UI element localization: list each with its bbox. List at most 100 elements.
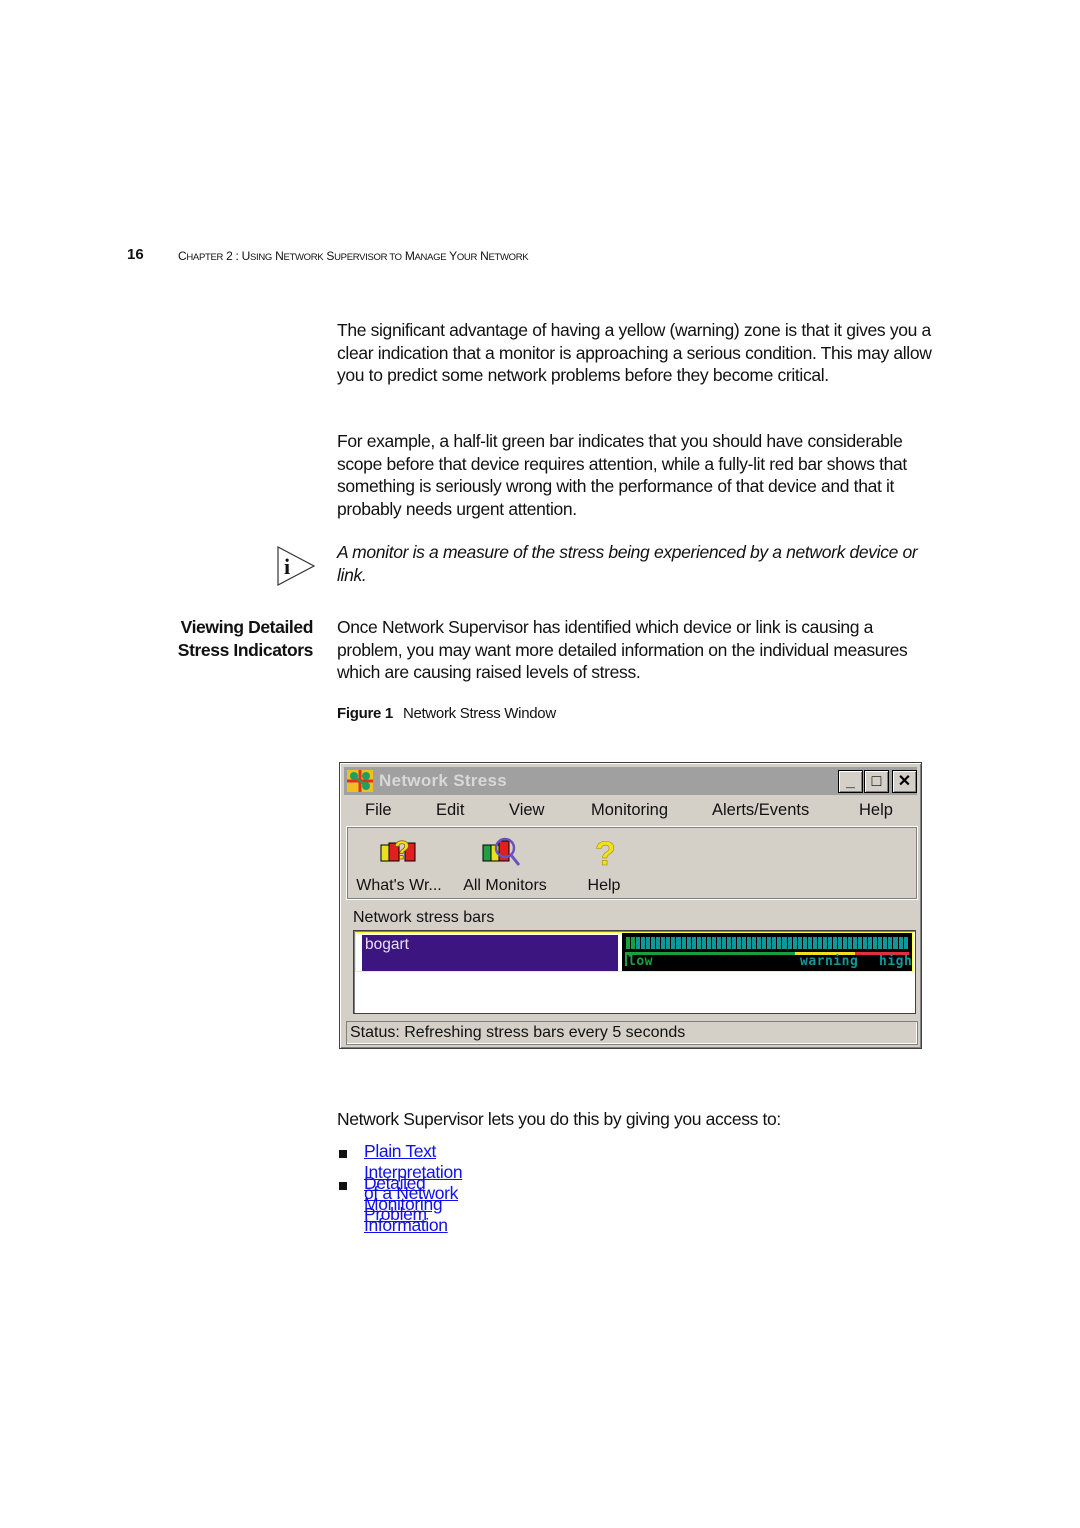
figure-label: Figure 1	[337, 705, 393, 722]
zone-high-label: high	[879, 954, 913, 969]
meter-segment-unlit	[747, 937, 752, 949]
section-heading-line1: Viewing Detailed	[180, 617, 314, 637]
toolbar-whats-wrong-label: What's Wr...	[356, 877, 442, 894]
title-bar[interactable]: Network Stress _ □ ✕	[344, 767, 917, 795]
meter-segment-unlit	[883, 937, 888, 949]
device-name[interactable]: bogart	[362, 935, 618, 971]
link-detailed-monitoring[interactable]: Detailed Monitoring Information	[364, 1173, 448, 1236]
meter-segment-unlit	[696, 937, 701, 949]
menu-edit[interactable]: Edit	[436, 801, 464, 820]
meter-segment-unlit	[757, 937, 762, 949]
running-head-part: SING	[250, 252, 273, 263]
toolbar-all-monitors-label: All Monitors	[463, 877, 547, 894]
meter-segment-unlit	[853, 937, 858, 949]
stress-bars-label: Network stress bars	[353, 909, 495, 926]
running-head-part: S	[323, 249, 335, 263]
meter-segment-unlit	[661, 937, 666, 949]
meter-segment-unlit	[731, 937, 737, 949]
menu-file[interactable]: File	[365, 801, 392, 820]
meter-segment-unlit	[706, 937, 711, 949]
meter-segment-unlit	[832, 937, 837, 949]
running-head-part: Y	[446, 249, 457, 263]
meter-segment-unlit	[797, 937, 802, 949]
figure-title: Network Stress Window	[402, 705, 556, 722]
page-number: 16	[127, 246, 144, 263]
running-head: CHAPTER 2 : USING NETWORK SUPERVISOR TO …	[178, 249, 529, 263]
meter-segment-unlit	[792, 937, 797, 949]
meter-segment-unlit	[898, 937, 903, 949]
meter-segment-unlit	[848, 937, 853, 949]
minimize-button[interactable]: _	[838, 770, 863, 793]
meter-segment-unlit	[878, 937, 883, 949]
meter-segment-unlit	[863, 937, 868, 949]
meter-segment-unlit	[671, 937, 676, 949]
meter-segment-unlit	[903, 937, 908, 949]
running-head-part: ETWORK	[488, 252, 529, 263]
info-note-icon: i	[277, 546, 316, 586]
close-button[interactable]: ✕	[892, 770, 917, 793]
meter-segment-unlit	[802, 937, 807, 949]
toolbar: ? What's Wr... All Monitors ? Help	[346, 826, 918, 900]
meter-segment-unlit	[817, 937, 822, 949]
status-bar: Status: Refreshing stress bars every 5 s…	[346, 1021, 918, 1045]
meter-segment-unlit	[762, 937, 767, 949]
svg-text:i: i	[284, 554, 290, 579]
all-monitors-icon	[482, 837, 521, 866]
running-head-part: M	[401, 249, 415, 263]
running-head-part: OUR	[456, 252, 478, 263]
running-head-part: 2 : U	[223, 249, 250, 263]
paragraph-warning-zone: The significant advantage of having a ye…	[337, 320, 932, 386]
maximize-button[interactable]: □	[864, 770, 889, 793]
meter-segment-unlit	[666, 937, 671, 949]
meter-segment-unlit	[858, 937, 863, 949]
running-head-part: ANAGE	[414, 252, 447, 263]
meter-segment-unlit	[646, 937, 651, 949]
meter-segment-unlit	[787, 937, 792, 949]
running-head-part: N	[272, 249, 284, 263]
stress-row[interactable]: bogart low warning high	[355, 932, 913, 972]
meter-segment-unlit	[772, 937, 777, 949]
running-head-part: ETWORK	[283, 252, 324, 263]
meter-segment-unlit	[681, 937, 686, 949]
meter-segment-unlit	[737, 937, 742, 949]
help-icon: ?	[595, 835, 616, 869]
meter-segment-unlit	[752, 937, 757, 949]
zone-low-label: low	[628, 954, 653, 969]
menu-alerts-events[interactable]: Alerts/Events	[712, 801, 809, 820]
paragraph-example: For example, a half-lit green bar indica…	[337, 431, 907, 520]
meter-segment-unlit	[827, 937, 832, 949]
meter-segment-unlit	[636, 937, 641, 949]
meter-segment-unlit	[837, 937, 843, 949]
toolbar-help-button[interactable]: ? Help	[569, 827, 639, 901]
meter-segment-unlit	[888, 937, 893, 949]
meter-segment-unlit	[726, 937, 731, 949]
meter-segment-unlit	[716, 937, 721, 949]
paragraph-detailed-info: Once Network Supervisor has identified w…	[337, 617, 908, 683]
bullet-icon	[339, 1150, 347, 1158]
svg-text:?: ?	[394, 835, 410, 865]
meter-segment-unlit	[651, 937, 656, 949]
toolbar-whats-wrong-button[interactable]: ? What's Wr...	[351, 827, 447, 901]
zone-warning-label: warning	[800, 954, 859, 969]
svg-text:?: ?	[595, 835, 616, 869]
meter-segment-unlit	[676, 937, 681, 949]
meter-segment-lit	[626, 937, 631, 949]
meter-segment-unlit	[641, 937, 646, 949]
section-heading-line2: Stress Indicators	[177, 640, 314, 660]
meter-segment-unlit	[711, 937, 716, 949]
meter-segment-unlit	[656, 937, 661, 949]
meter-segment-lit	[631, 937, 636, 949]
menu-view[interactable]: View	[509, 801, 544, 820]
toolbar-all-monitors-button[interactable]: All Monitors	[451, 827, 559, 901]
menu-monitoring[interactable]: Monitoring	[591, 801, 668, 820]
menu-help[interactable]: Help	[859, 801, 893, 820]
meter-segments	[626, 937, 908, 949]
stress-bars-list[interactable]: bogart low warning high	[353, 930, 916, 1014]
meter-segment-unlit	[701, 937, 706, 949]
meter-segment-unlit	[843, 937, 848, 949]
running-head-part: HAPTER	[186, 252, 224, 263]
zone-low-tick	[625, 952, 627, 966]
meter-segment-unlit	[893, 937, 898, 949]
network-supervisor-app-icon	[347, 770, 373, 792]
meter-segment-unlit	[812, 937, 817, 949]
